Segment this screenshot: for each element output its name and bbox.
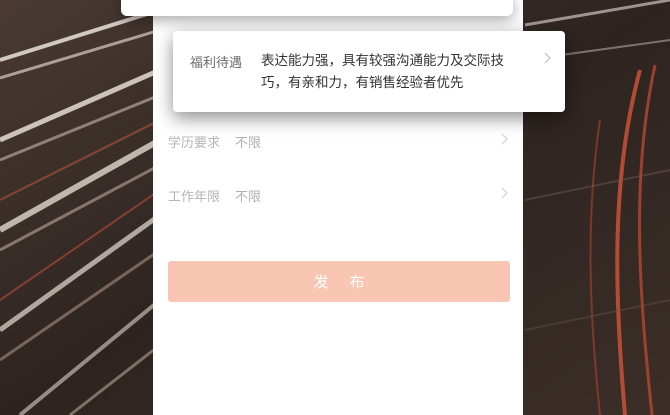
education-value: 不限 — [235, 136, 262, 151]
welfare-value: 表达能力强，具有较强沟通能力及交际技巧，有亲和力，有销售经验者优先 — [261, 53, 504, 91]
education-row[interactable]: 学历要求 不限 — [153, 122, 523, 158]
popup-card-top — [121, 0, 513, 16]
experience-label: 工作年限 — [168, 190, 221, 205]
screen: 学历要求 不限 工作年限 不限 发 布 福利待遇 表达能力强，具有较强沟通能力及… — [0, 0, 670, 415]
experience-value: 不限 — [235, 190, 262, 205]
publish-button[interactable]: 发 布 — [168, 261, 510, 302]
chevron-right-icon — [541, 51, 555, 65]
chevron-right-icon — [499, 187, 511, 199]
education-label: 学历要求 — [168, 136, 221, 151]
welfare-row[interactable]: 福利待遇 表达能力强，具有较强沟通能力及交际技巧，有亲和力，有销售经验者优先 — [173, 31, 565, 112]
welfare-label: 福利待遇 — [190, 56, 243, 71]
experience-row[interactable]: 工作年限 不限 — [153, 176, 523, 212]
chevron-right-icon — [499, 133, 511, 145]
